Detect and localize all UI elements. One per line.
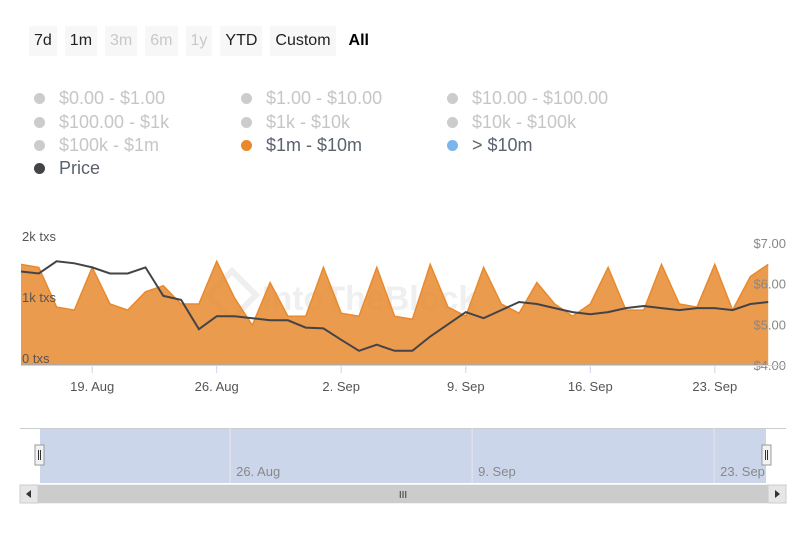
legend-item[interactable]: $0.00 - $1.00 [34,87,165,109]
y-left-tick-label: 2k txs [22,229,56,244]
legend-item[interactable]: $1m - $10m [241,134,362,156]
navigator-label: 26. Aug [236,464,280,479]
legend-label: $1.00 - $10.00 [266,87,383,108]
navigator-label: 9. Sep [478,464,516,479]
range-button-3m[interactable]: 3m [105,26,138,56]
y-left-tick-label: 0 txs [22,351,50,366]
x-tick-label: 9. Sep [447,379,485,394]
navigator[interactable]: 26. Aug 9. Sep 23. Sep III [0,428,805,508]
legend-label: $10k - $100k [472,111,577,132]
x-tick-label: 19. Aug [70,379,114,394]
legend-item[interactable]: $100.00 - $1k [34,111,169,133]
y-right-tick-label: $7.00 [753,236,786,251]
navigator-label: 23. Sep [720,464,765,479]
legend-marker-icon [34,92,45,104]
legend-label: $1m - $10m [266,134,363,155]
legend-label: > $10m [472,134,533,155]
legend-item[interactable]: $1k - $10k [241,111,350,133]
x-tick-label: 16. Sep [568,379,613,394]
legend-marker-icon [241,92,252,104]
range-button-custom[interactable]: Custom [270,26,336,56]
range-button-7d[interactable]: 7d [29,26,57,56]
range-button-all[interactable]: All [343,26,374,56]
x-tick-label: 2. Sep [322,379,360,394]
x-axis: 19. Aug 26. Aug 2. Sep 9. Sep 16. Sep 23. Sep [21,365,786,394]
legend-label: $100k - $1m [59,134,160,155]
legend-marker-icon [447,139,458,151]
legend-marker-icon [447,116,458,128]
y-right-tick-label: $6.00 [753,277,786,292]
scrollbar[interactable]: III [19,484,787,504]
range-selector: 7d 1m 3m 6m 1y YTD Custom All [29,26,374,56]
y-right-tick-label: $5.00 [753,317,786,332]
legend-item[interactable]: $10.00 - $100.00 [447,87,608,109]
legend-item[interactable]: > $10m [447,134,533,156]
legend-marker-icon [34,116,45,128]
range-button-1y[interactable]: 1y [185,26,213,56]
y-left-tick-label: 1k txs [22,290,56,305]
scrollbar-grip[interactable]: III [399,490,407,501]
legend-marker-icon [34,139,45,151]
x-tick-label: 23. Sep [692,379,737,394]
legend-label: $100.00 - $1k [59,111,170,132]
legend-item[interactable]: $1.00 - $10.00 [241,87,382,109]
scroll-right-button[interactable] [767,484,787,504]
navigator-handle-right[interactable] [761,444,772,466]
legend-marker-icon [447,92,458,104]
legend-marker-icon [241,139,252,151]
legend-item[interactable]: $10k - $100k [447,111,576,133]
range-button-1m[interactable]: 1m [64,26,98,56]
navigator-mask [40,428,766,483]
legend-label: $0.00 - $1.00 [59,87,166,108]
range-button-ytd[interactable]: YTD [220,26,263,56]
legend-item[interactable]: Price [34,157,100,179]
scroll-left-button[interactable] [19,484,39,504]
legend-label: Price [59,157,101,178]
navigator-handle-left[interactable] [34,444,45,466]
main-chart: IntoTheBlock 0 txs1k txs2k txs $4.00$5.0… [20,229,786,394]
legend-marker-icon [34,162,45,174]
range-button-6m[interactable]: 6m [145,26,178,56]
legend-marker-icon [241,116,252,128]
x-tick-label: 26. Aug [195,379,239,394]
legend-label: $1k - $10k [266,111,351,132]
legend-item[interactable]: $100k - $1m [34,134,159,156]
legend-label: $10.00 - $100.00 [472,87,609,108]
